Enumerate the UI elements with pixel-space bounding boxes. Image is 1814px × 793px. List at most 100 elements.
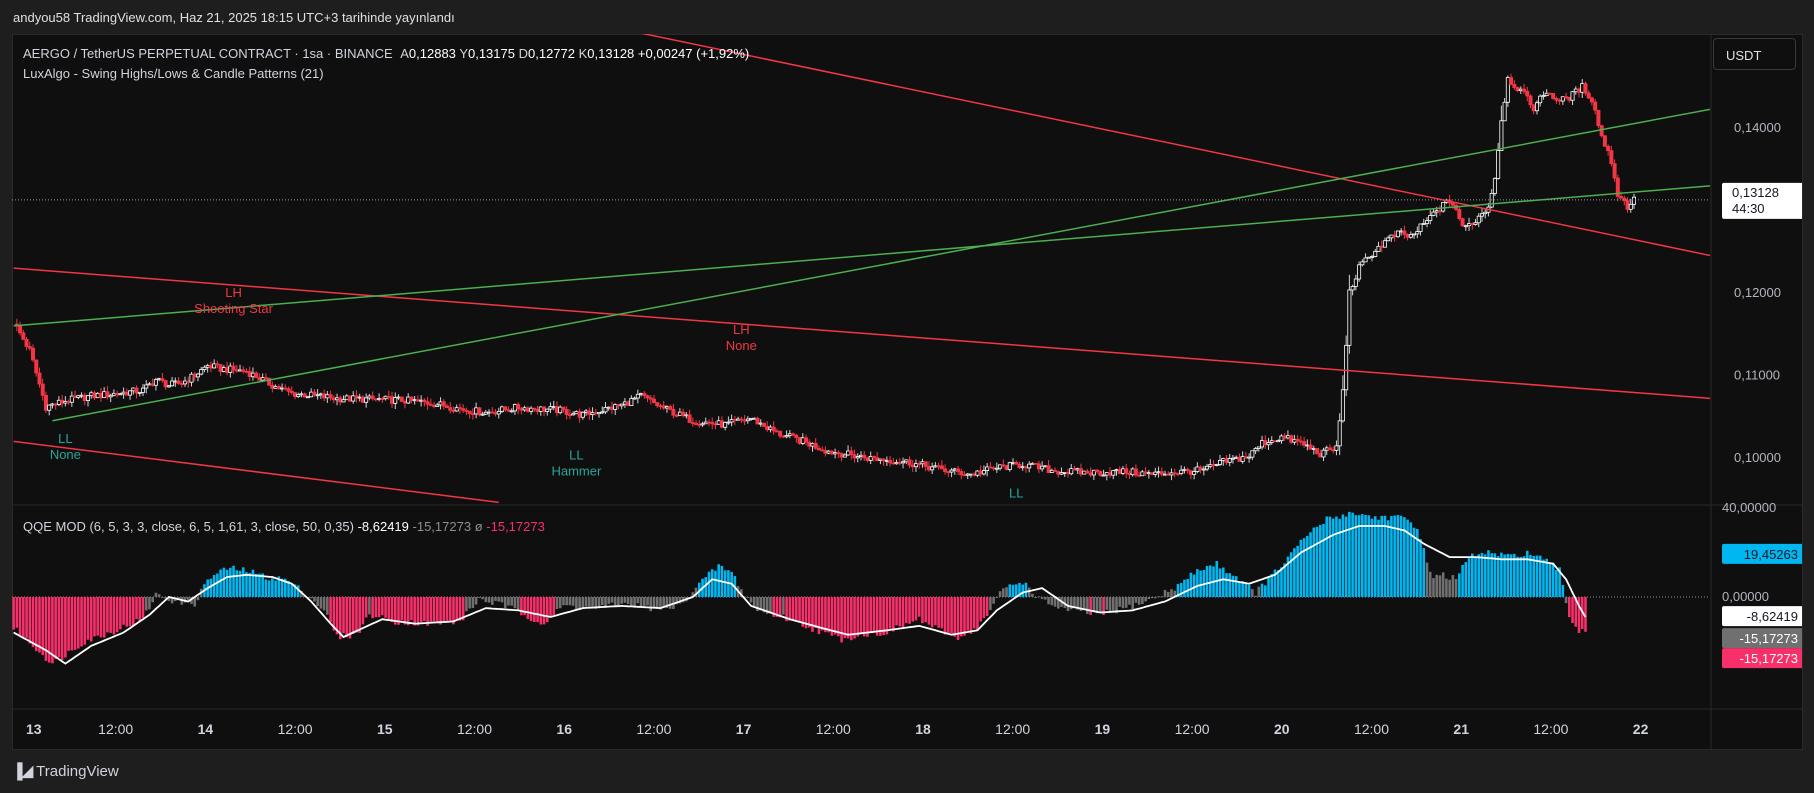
- candle: [435, 403, 440, 407]
- candle: [1557, 98, 1562, 105]
- candle: [901, 457, 906, 469]
- qqe-legend[interactable]: QQE MOD (6, 5, 3, 3, close, 6, 5, 1,61, …: [23, 519, 545, 534]
- candle: [47, 404, 52, 416]
- candle: [1628, 198, 1633, 213]
- candle: [493, 409, 498, 417]
- candle-body: [79, 394, 84, 397]
- symbol-legend[interactable]: AERGO / TetherUS PERPETUAL CONTRACT · 1s…: [23, 46, 749, 61]
- candle: [1062, 472, 1067, 477]
- qqe-bar: [436, 597, 439, 623]
- candle: [1386, 235, 1391, 242]
- qqe-bar: [390, 597, 394, 623]
- qqe-bar: [1105, 597, 1109, 610]
- candle-body: [797, 437, 802, 444]
- candle-body: [1040, 465, 1045, 470]
- candle-body: [652, 398, 657, 403]
- candle-body: [839, 453, 844, 458]
- candle-body: [1150, 472, 1155, 475]
- candle-body: [664, 406, 669, 409]
- swing-label: Hammer: [551, 463, 602, 478]
- candle-body: [871, 456, 876, 459]
- candle: [1492, 177, 1497, 197]
- candle: [147, 382, 152, 386]
- candle-body: [755, 417, 760, 425]
- qqe-bar: [151, 597, 154, 603]
- candle: [881, 458, 886, 466]
- qqe-bar: [529, 597, 533, 622]
- candle: [1137, 471, 1142, 478]
- candle: [325, 390, 330, 403]
- swing-label: None: [50, 447, 81, 462]
- qqe-bar: [1399, 515, 1403, 598]
- candle-body: [1589, 97, 1594, 103]
- qqe-bar: [1522, 556, 1526, 598]
- qqe-bar: [1474, 557, 1477, 598]
- qqe-bar: [646, 597, 649, 606]
- high-value: 0,13175: [467, 46, 515, 61]
- candle-body: [603, 407, 608, 413]
- candle: [1327, 444, 1332, 451]
- candle: [1146, 469, 1151, 479]
- candle: [1282, 432, 1287, 441]
- candle-body: [913, 463, 918, 468]
- candle: [402, 399, 407, 409]
- candle-body: [564, 409, 569, 416]
- candle: [684, 411, 689, 419]
- qqe-bar: [507, 597, 510, 606]
- candle-body: [694, 423, 699, 425]
- candle-body: [1114, 469, 1119, 472]
- qqe-bar: [1092, 597, 1096, 612]
- qqe-bar: [533, 597, 536, 623]
- candle: [1489, 189, 1494, 209]
- qqe-bar: [290, 583, 294, 598]
- candle-body: [1337, 420, 1342, 447]
- candle: [40, 378, 45, 401]
- candle: [732, 416, 737, 426]
- candle: [347, 395, 352, 403]
- candle-body: [396, 396, 401, 399]
- candle-body: [1198, 466, 1203, 471]
- candle-body: [1166, 473, 1171, 476]
- candle-body: [1596, 109, 1601, 127]
- candle-body: [554, 406, 559, 414]
- candle: [189, 371, 194, 387]
- candle-body: [1492, 178, 1497, 194]
- qqe-bar: [1134, 597, 1138, 603]
- candle-body: [635, 393, 640, 399]
- currency-unit-button[interactable]: USDT: [1713, 38, 1796, 70]
- qqe-bar: [458, 597, 462, 621]
- candle: [1302, 436, 1307, 448]
- candle-body: [1163, 473, 1168, 476]
- time-tick-label: 12:00: [457, 721, 492, 737]
- qqe-bar: [1344, 516, 1348, 598]
- chart-canvas[interactable]: LHShooting StarLHNoneLLNone LLHammerLL0,1…: [12, 34, 1802, 750]
- candle-body: [1315, 448, 1320, 454]
- qqe-bar: [1309, 532, 1312, 598]
- qqe-bar: [60, 597, 64, 661]
- candle-body: [1373, 251, 1378, 257]
- qqe-bar: [989, 597, 992, 611]
- indicator-legend[interactable]: LuxAlgo - Swing Highs/Lows & Candle Patt…: [23, 66, 324, 81]
- qqe-bar: [827, 597, 830, 633]
- candle-body: [147, 383, 152, 386]
- candle-body: [681, 411, 686, 416]
- open-label: A: [400, 46, 409, 61]
- candle: [622, 398, 627, 408]
- qqe-bar: [22, 597, 25, 638]
- qqe-bar: [588, 597, 591, 607]
- candle-body: [765, 425, 770, 431]
- qqe-bar: [131, 597, 135, 626]
- candle: [412, 395, 417, 405]
- symbol-name[interactable]: AERGO / TetherUS PERPETUAL CONTRACT · 1s…: [23, 46, 393, 61]
- qqe-bar: [1525, 550, 1529, 598]
- candle: [1408, 231, 1413, 239]
- qqe-name[interactable]: QQE MOD (6, 5, 3, 3, close, 6, 5, 1,61, …: [23, 519, 354, 534]
- candle: [1069, 464, 1074, 476]
- candle: [1033, 462, 1038, 465]
- qqe-bar: [866, 597, 869, 637]
- tradingview-logo[interactable]: ▐◢ TradingView: [12, 762, 119, 781]
- candle: [694, 420, 699, 426]
- candle-body: [690, 422, 695, 424]
- candle: [642, 391, 647, 399]
- qqe-bar: [248, 572, 252, 598]
